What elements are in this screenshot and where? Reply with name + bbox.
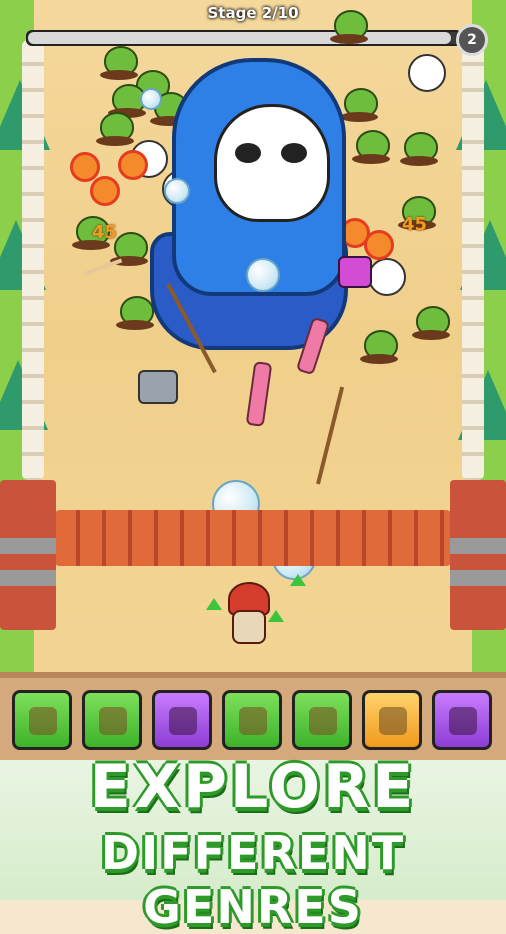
spear-projectile	[316, 386, 345, 485]
damage-number: 45	[92, 222, 118, 243]
game-stage[interactable]: Stage 2/10 2 45 45	[0, 0, 506, 672]
orb-projectile	[140, 88, 162, 110]
money-bag-icon	[449, 707, 477, 735]
skeleton-enemy	[368, 258, 406, 296]
axe-projectile-icon	[138, 370, 178, 404]
skull-icon	[214, 104, 330, 222]
inventory-slot-crossbow[interactable]	[152, 690, 212, 750]
bow-icon	[239, 707, 267, 735]
boss-count-badge: 2	[456, 24, 488, 56]
inventory-slot-belt[interactable]	[82, 690, 142, 750]
stone-wall-right	[462, 40, 484, 480]
axe-icon	[309, 707, 337, 735]
goblin-enemy	[352, 130, 390, 164]
coin-icon	[118, 150, 148, 180]
drill-projectile-icon	[245, 361, 273, 427]
upgrade-arrow-icon	[290, 574, 306, 586]
viking-hero[interactable]	[224, 582, 270, 648]
inventory-slot-battle-axe[interactable]	[292, 690, 352, 750]
coin-icon	[364, 230, 394, 260]
goblin-enemy	[340, 88, 378, 122]
upgrade-arrow-icon	[268, 610, 284, 622]
damage-number: 45	[402, 214, 428, 235]
belt-icon	[99, 707, 127, 735]
inventory-slot-bow[interactable]	[222, 690, 282, 750]
inventory-slot-drill[interactable]	[362, 690, 422, 750]
coin-icon	[90, 176, 120, 206]
spear-icon	[29, 707, 57, 735]
wooden-fence	[54, 510, 452, 566]
orb-projectile	[246, 258, 280, 292]
stage-progress-fill	[28, 32, 452, 44]
coin-icon	[70, 152, 100, 182]
goblin-enemy	[412, 306, 450, 340]
goblin-enemy	[116, 296, 154, 330]
goblin-enemy	[400, 132, 438, 166]
crossbow-icon	[169, 707, 197, 735]
inventory-slot-money-bag[interactable]	[432, 690, 492, 750]
skeleton-enemy	[408, 54, 446, 92]
inventory-slot-spear[interactable]	[12, 690, 72, 750]
drill-icon	[379, 707, 407, 735]
crossbow-projectile-icon	[338, 256, 372, 288]
orb-projectile	[164, 178, 190, 204]
goblin-enemy	[360, 330, 398, 364]
stage-progress-bar	[26, 30, 462, 46]
goblin-enemy	[96, 112, 134, 146]
goblin-enemy	[330, 10, 368, 44]
stage-label: Stage 2/10	[207, 4, 299, 22]
promo-subtitle: DIFFERENT GENRES	[100, 826, 406, 934]
stone-wall-left	[22, 40, 44, 480]
upgrade-arrow-icon	[206, 598, 222, 610]
bow-projectile	[83, 258, 123, 276]
gate-left	[0, 480, 56, 630]
promo-title: EXPLORE	[89, 752, 417, 822]
gate-right	[450, 480, 506, 630]
